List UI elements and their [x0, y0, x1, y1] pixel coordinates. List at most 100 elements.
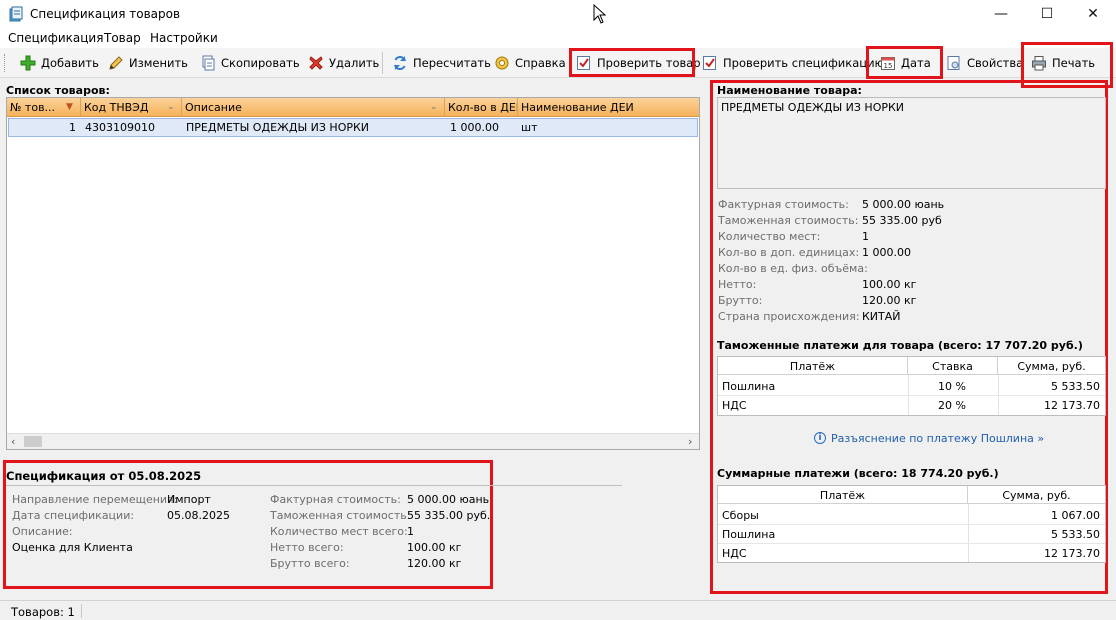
places-label: Количество мест всего:: [270, 525, 408, 538]
check-specification-button[interactable]: Проверить спецификацию: [698, 51, 888, 75]
item-name-value: ПРЕДМЕТЫ ОДЕЖДЫ ИЗ НОРКИ: [721, 101, 905, 114]
recalculate-button[interactable]: Пересчитать: [388, 51, 495, 75]
row-divider: [718, 524, 1105, 525]
item-payments-table[interactable]: Платёж Ставка Сумма, руб. Пошлина 10 % 5…: [717, 356, 1106, 416]
row-divider: [718, 395, 1105, 396]
payment-rate: 10 %: [938, 380, 966, 393]
menu-item[interactable]: Товар: [104, 31, 141, 45]
menu-specification[interactable]: Спецификация: [8, 31, 103, 45]
properties-icon: [946, 55, 962, 71]
horizontal-scrollbar[interactable]: ‹ ›: [7, 433, 699, 449]
info-icon: i: [814, 432, 826, 444]
close-button[interactable]: ✕: [1070, 0, 1116, 28]
total-payments-table[interactable]: Платёж Сумма, руб. Сборы 1 067.00 Пошлин…: [717, 485, 1106, 563]
item-name-label: Наименование товара:: [717, 84, 862, 97]
item-places-value: 1: [862, 230, 869, 243]
date-button[interactable]: 15 Дата: [876, 51, 935, 75]
check-item-label: Проверить товар: [597, 56, 701, 70]
menu-bar: Спецификация Товар Настройки: [0, 28, 1116, 48]
delete-button[interactable]: Удалить: [304, 51, 383, 75]
mouse-cursor-icon: [593, 4, 607, 24]
maximize-button[interactable]: ☐: [1024, 0, 1070, 28]
refresh-icon: [392, 55, 408, 71]
menu-settings[interactable]: Настройки: [150, 31, 218, 45]
direction-value: Импорт: [167, 493, 211, 506]
help-button[interactable]: Справка: [490, 51, 570, 75]
add-label: Добавить: [41, 56, 99, 70]
payment-rate: 20 %: [938, 399, 966, 412]
goods-list-label: Список товаров:: [6, 84, 110, 97]
places-value: 1: [407, 525, 414, 538]
edit-label: Изменить: [129, 56, 188, 70]
gross-total-label: Брутто всего:: [270, 557, 350, 570]
print-button[interactable]: Печать: [1027, 51, 1099, 75]
copy-button[interactable]: Скопировать: [196, 51, 304, 75]
cell-qty: 1 000.00: [450, 121, 499, 134]
column-qty-label: Кол-во в ДЕИ: [448, 101, 518, 114]
total-payment-sum: 12 173.70: [1044, 547, 1100, 560]
item-country-value: КИТАЙ: [862, 310, 901, 323]
pencil-icon: [108, 55, 124, 71]
goods-grid-header: № тов... ▼ Код ТНВЭД ⌄ Описание ⌄ Кол-во…: [7, 98, 699, 117]
printer-icon: [1031, 55, 1047, 71]
customs-value: 55 335.00 руб.: [407, 509, 491, 522]
goods-grid[interactable]: № тов... ▼ Код ТНВЭД ⌄ Описание ⌄ Кол-во…: [6, 97, 700, 450]
direction-label: Направление перемещения:: [12, 493, 178, 506]
status-bar: Товаров: 1: [0, 600, 1116, 620]
toolbar-grip[interactable]: [4, 54, 7, 72]
item-customs-label: Таможенная стоимость:: [718, 214, 859, 227]
column-header-description[interactable]: Описание: [182, 98, 445, 117]
plus-icon: [20, 55, 36, 71]
column-header-unit[interactable]: Наименование ДЕИ: [518, 98, 699, 117]
item-extra-units-label: Кол-во в доп. единицах:: [718, 246, 860, 259]
help-label: Справка: [515, 56, 566, 70]
filter-chevron-icon: ⌄: [430, 102, 438, 112]
scroll-thumb[interactable]: [24, 436, 42, 447]
scroll-right-icon[interactable]: ›: [688, 435, 692, 448]
payment-sum: 12 173.70: [1044, 399, 1100, 412]
invoice-value-label: Фактурная стоимость:: [270, 493, 401, 506]
total-payment-name: НДС: [722, 547, 747, 560]
row-divider: [718, 543, 1105, 544]
item-payments-title: Таможенные платежи для товара (всего: 17…: [717, 339, 1083, 352]
item-places-label: Количество мест:: [718, 230, 821, 243]
properties-button[interactable]: Свойства: [942, 51, 1027, 75]
payment-name: НДС: [722, 399, 747, 412]
item-invoice-label: Фактурная стоимость:: [718, 198, 849, 211]
goods-count: Товаров: 1: [11, 605, 75, 619]
spec-title: Спецификация от 05.08.2025: [6, 469, 202, 483]
total-payments-title: Суммарные платежи (всего: 18 774.20 руб.…: [717, 467, 999, 480]
add-button[interactable]: Добавить: [16, 51, 103, 75]
recalculate-label: Пересчитать: [413, 56, 491, 70]
app-icon: [9, 6, 23, 22]
toolbar-separator: [382, 52, 383, 74]
delete-x-icon: [308, 55, 324, 71]
date-label: Дата: [901, 56, 931, 70]
window-title: Спецификация товаров: [30, 7, 181, 21]
copy-icon: [200, 55, 216, 71]
total-payment-name: Сборы: [722, 509, 759, 522]
minimize-button[interactable]: —: [978, 0, 1024, 28]
column-header-qty[interactable]: Кол-во в ДЕИ: [445, 98, 518, 117]
filter-chevron-icon: ⌄: [167, 102, 175, 112]
total-payment-sum: 5 533.50: [1051, 528, 1100, 541]
checkbox-checked-icon: [576, 55, 592, 71]
net-total-label: Нетто всего:: [270, 541, 344, 554]
check-item-button[interactable]: Проверить товар: [572, 51, 705, 75]
item-customs-value: 55 335.00 руб: [862, 214, 942, 227]
cell-code: 4303109010: [85, 121, 155, 134]
spec-date-label: Дата спецификации:: [12, 509, 135, 522]
edit-button[interactable]: Изменить: [104, 51, 192, 75]
scroll-left-icon[interactable]: ‹: [11, 435, 15, 448]
spec-description-label: Описание:: [12, 525, 73, 538]
payment-sum: 5 533.50: [1051, 380, 1100, 393]
status-separator: [81, 604, 82, 618]
table-row[interactable]: 1 4303109010 ПРЕДМЕТЫ ОДЕЖДЫ ИЗ НОРКИ 1 …: [8, 118, 698, 137]
payment-name: Пошлина: [722, 380, 776, 393]
cell-unit: шт: [521, 121, 538, 134]
duty-explanation-link[interactable]: Разъяснение по платежу Пошлина »: [831, 432, 1044, 445]
check-specification-label: Проверить спецификацию: [723, 56, 885, 70]
copy-label: Скопировать: [221, 56, 300, 70]
item-net-label: Нетто:: [718, 278, 757, 291]
toolbar: Добавить Изменить Скопировать Удалить Пе…: [0, 48, 1116, 78]
